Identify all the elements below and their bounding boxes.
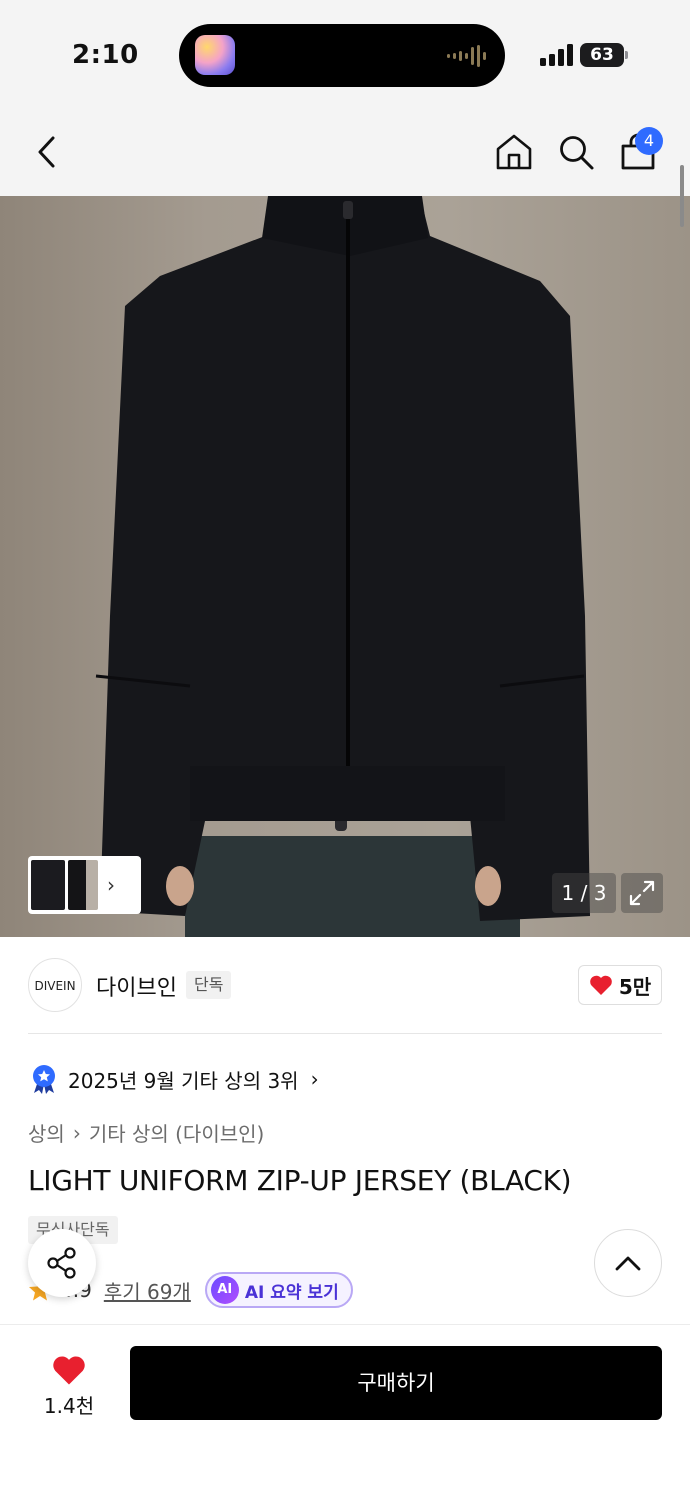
exclusive-tag: 단독 (186, 971, 232, 999)
divider (28, 1033, 662, 1034)
back-icon[interactable] (24, 128, 72, 176)
ai-summary-button[interactable]: AI AI 요약 보기 (204, 1272, 353, 1308)
review-link[interactable]: 후기 69개 (104, 1276, 191, 1305)
brand-like-button[interactable]: 5만 (578, 965, 662, 1005)
buy-button[interactable]: 구매하기 (130, 1346, 662, 1420)
ai-badge-icon: AI (210, 1276, 239, 1304)
jacket-photo (95, 196, 590, 937)
product-image[interactable] (0, 196, 690, 937)
breadcrumb-subcategory[interactable]: 기타 상의 (다이브인) (89, 1118, 265, 1147)
breadcrumb-category[interactable]: 상의 (28, 1118, 65, 1147)
chevron-up-icon (615, 1256, 641, 1271)
cart-count-badge: 4 (635, 127, 663, 155)
ranking-link[interactable]: 2025년 9월 기타 상의 3위 › (30, 1063, 319, 1095)
share-icon (47, 1247, 76, 1279)
audio-wave-icon (447, 45, 486, 67)
status-time: 2:10 (72, 40, 139, 70)
battery-indicator: 63 (580, 43, 624, 67)
image-counter: 1 / 3 (552, 873, 616, 913)
chevron-right-icon: › (107, 873, 115, 897)
chevron-right-icon: › (310, 1067, 319, 1091)
wishlist-count: 1.4천 (43, 1393, 95, 1418)
expand-image-button[interactable] (621, 873, 663, 913)
scrollbar[interactable] (680, 165, 684, 227)
ranking-badge-icon (33, 1065, 55, 1094)
home-icon[interactable] (490, 128, 538, 176)
share-button[interactable] (28, 1229, 96, 1297)
expand-icon (629, 880, 655, 906)
thumbnail-strip[interactable]: › (28, 856, 141, 914)
wishlist-button[interactable]: 1.4천 (36, 1346, 102, 1426)
status-bar: 2:10 63 (0, 0, 690, 110)
scroll-to-top-button[interactable] (594, 1229, 662, 1297)
thumbnail-1[interactable] (31, 860, 65, 910)
breadcrumb-separator-icon: › (72, 1120, 81, 1145)
ai-summary-label: AI 요약 보기 (244, 1282, 339, 1303)
top-navigation (0, 110, 690, 196)
app-activity-icon (195, 35, 235, 75)
search-icon[interactable] (552, 128, 600, 176)
heart-icon (590, 975, 612, 995)
thumbnail-2[interactable] (68, 860, 98, 910)
battery-tip (625, 51, 628, 59)
cellular-signal-icon (540, 44, 573, 66)
brand-like-count: 5만 (618, 974, 652, 999)
brand-logo[interactable]: DIVEIN (28, 958, 82, 1012)
heart-icon (53, 1355, 85, 1385)
ranking-text: 2025년 9월 기타 상의 3위 (68, 1068, 299, 1093)
brand-name[interactable]: 다이브인 (96, 970, 177, 1002)
dynamic-island (179, 24, 505, 87)
product-title: LIGHT UNIFORM ZIP-UP JERSEY (BLACK) (28, 1164, 572, 1197)
breadcrumb: 상의 › 기타 상의 (다이브인) (28, 1118, 264, 1147)
